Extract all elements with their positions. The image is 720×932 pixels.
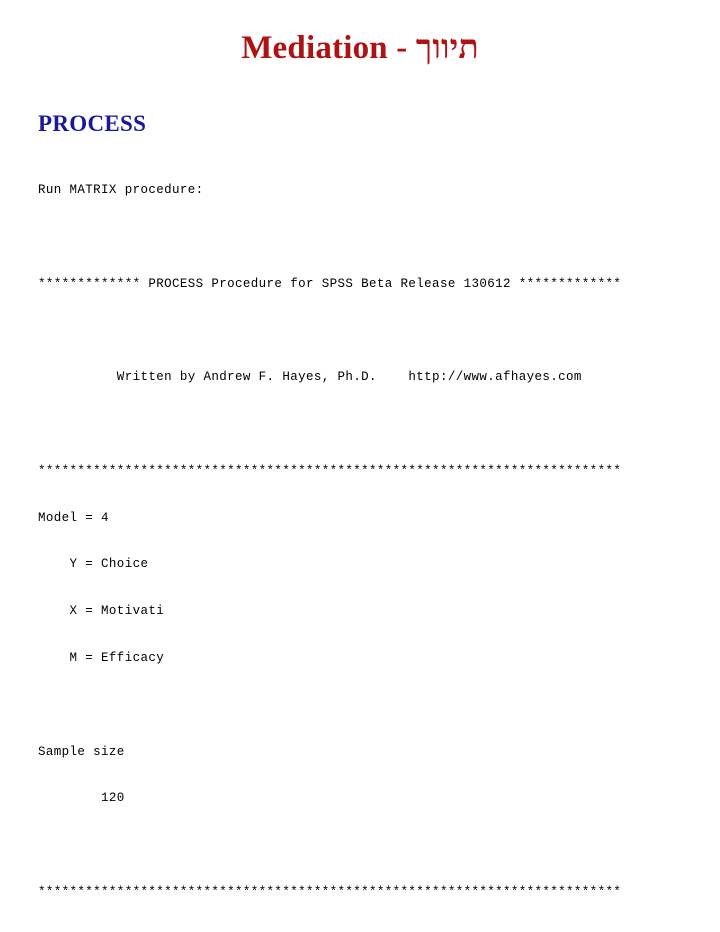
output-line-blank	[38, 417, 698, 433]
output-line-banner: ************* PROCESS Procedure for SPSS…	[38, 276, 622, 291]
output-line-model: Model = 4	[38, 510, 109, 525]
output-line-sample-size-label: Sample size	[38, 744, 125, 759]
output-line-separator-bottom: ****************************************…	[38, 884, 622, 899]
output-line-m-variable: M = Efficacy	[38, 651, 165, 665]
output-line-author: Written by Andrew F. Hayes, Ph.D. http:/…	[38, 370, 582, 385]
output-line-run-command: Run MATRIX procedure:	[38, 183, 204, 198]
output-line-separator-top: ****************************************…	[38, 463, 622, 478]
spss-output-text: Run MATRIX procedure: ************* PROC…	[38, 152, 698, 932]
page-title: Mediation - תיווך	[241, 30, 479, 66]
section-heading-process: PROCESS	[38, 111, 147, 136]
output-line-y-variable: Y = Choice	[38, 557, 149, 572]
output-line-blank	[38, 324, 698, 340]
output-line-blank	[38, 698, 698, 714]
output-line-sample-size-value: 120	[38, 791, 125, 806]
output-line-blank	[38, 230, 698, 246]
output-line-blank	[38, 838, 698, 854]
output-line-x-variable: X = Motivati	[38, 604, 165, 619]
presentation-slide: Mediation - תיווך PROCESS Run MATRIX pro…	[0, 0, 720, 899]
